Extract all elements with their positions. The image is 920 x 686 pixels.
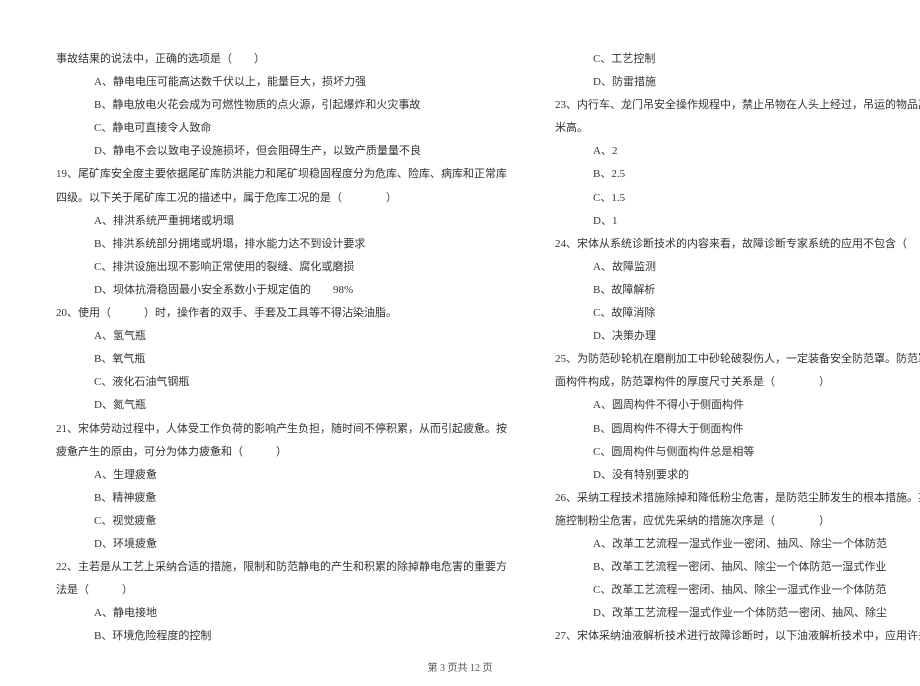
option: D、改革工艺流程一湿式作业一个体防范一密闭、抽风、除尘 [555,602,920,625]
option: B、氧气瓶 [56,348,507,371]
left-column: 事故结果的说法中，正确的选项是（ ） A、静电电压可能高达数千伏以上，能量巨大，… [56,48,507,648]
option: B、圆周构件不得大于侧面构件 [555,418,920,441]
question-27: 27、宋体采纳油液解析技术进行故障诊断时，以下油液解析技术中，应用许多的是（ ） [555,625,920,648]
option: D、坝体抗滑稳固最小安全系数小于规定值的 98% [56,279,507,302]
question-23-cont: 米高。 [555,117,920,140]
option: B、改革工艺流程一密闭、抽风、除尘一个体防范一湿式作业 [555,556,920,579]
option: A、故障监测 [555,256,920,279]
question-26: 26、采纳工程技术措施除掉和降低粉尘危害，是防范尘肺发生的根本措施。某石材厂拟采… [555,487,920,510]
option: B、静电放电火花会成为可燃性物质的点火源，引起爆炸和火灾事故 [56,94,507,117]
question-22-cont: 法是（ ） [56,579,507,602]
option: A、静电电压可能高达数千伏以上，能量巨大，损坏力强 [56,71,507,94]
option: C、圆周构件与侧面构件总是相等 [555,441,920,464]
option: B、故障解析 [555,279,920,302]
option: D、决策办理 [555,325,920,348]
option: C、1.5 [555,187,920,210]
question-22: 22、主若是从工艺上采纳合适的措施，限制和防范静电的产生和积累的除掉静电危害的重… [56,556,507,579]
exam-page: 事故结果的说法中，正确的选项是（ ） A、静电电压可能高达数千伏以上，能量巨大，… [0,0,920,678]
question-21-cont: 疲惫产生的原由，可分为体力疲惫和（ ） [56,441,507,464]
option: C、故障消除 [555,302,920,325]
option: A、改革工艺流程一湿式作业一密闭、抽风、除尘一个体防范 [555,533,920,556]
question-25: 25、为防范砂轮机在磨削加工中砂轮破裂伤人，一定装备安全防范罩。防范罩由圆周构件… [555,348,920,371]
option: C、工艺控制 [555,48,920,71]
question-26-cont: 施控制粉尘危害，应优先采纳的措施次序是（ ） [555,510,920,533]
question-24: 24、宋体从系统诊断技术的内容来看，故障诊断专家系统的应用不包含（ ） [555,233,920,256]
option: C、排洪设施出现不影响正常使用的裂缝、腐化或磨损 [56,256,507,279]
option: B、2.5 [555,163,920,186]
question-19-cont: 四级。以下关于尾矿库工况的描述中，属于危库工况的是（ ） [56,187,507,210]
option: B、环境危险程度的控制 [56,625,507,648]
option: D、没有特别要求的 [555,464,920,487]
question-23: 23、内行车、龙门吊安全操作规程中，禁止吊物在人头上经过，吊运的物品离地不得超出… [555,94,920,117]
option: B、精神疲惫 [56,487,507,510]
option: A、氢气瓶 [56,325,507,348]
option: C、改革工艺流程一密闭、抽风、除尘一湿式作业一个体防范 [555,579,920,602]
question-25-cont: 面构件构成，防范罩构件的厚度尺寸关系是（ ） [555,371,920,394]
option: A、2 [555,140,920,163]
page-footer: 第 3 页共 12 页 [0,659,920,674]
right-column: C、工艺控制 D、防雷措施 23、内行车、龙门吊安全操作规程中，禁止吊物在人头上… [555,48,920,648]
question-20: 20、使用（ ）时，操作者的双手、手套及工具等不得沾染油脂。 [56,302,507,325]
option: D、防雷措施 [555,71,920,94]
option: A、圆周构件不得小于侧面构件 [555,394,920,417]
option: C、静电可直接令人致命 [56,117,507,140]
option: B、排洪系统部分拥堵或坍塌，排水能力达不到设计要求 [56,233,507,256]
option: C、液化石油气钢瓶 [56,371,507,394]
option: C、视觉疲惫 [56,510,507,533]
option: D、氮气瓶 [56,394,507,417]
option: D、静电不会以致电子设施损坏，但会阻碍生产，以致产质量量不良 [56,140,507,163]
option: A、排洪系统严重拥堵或坍塌 [56,210,507,233]
option: A、静电接地 [56,602,507,625]
q-continuation: 事故结果的说法中，正确的选项是（ ） [56,48,507,71]
option: A、生理疲惫 [56,464,507,487]
option: D、环境疲惫 [56,533,507,556]
question-19: 19、尾矿库安全度主要依据尾矿库防洪能力和尾矿坝稳固程度分为危库、险库、病库和正… [56,163,507,186]
question-21: 21、宋体劳动过程中，人体受工作负荷的影响产生负担，随时间不停积累，从而引起疲惫… [56,418,507,441]
option: D、1 [555,210,920,233]
